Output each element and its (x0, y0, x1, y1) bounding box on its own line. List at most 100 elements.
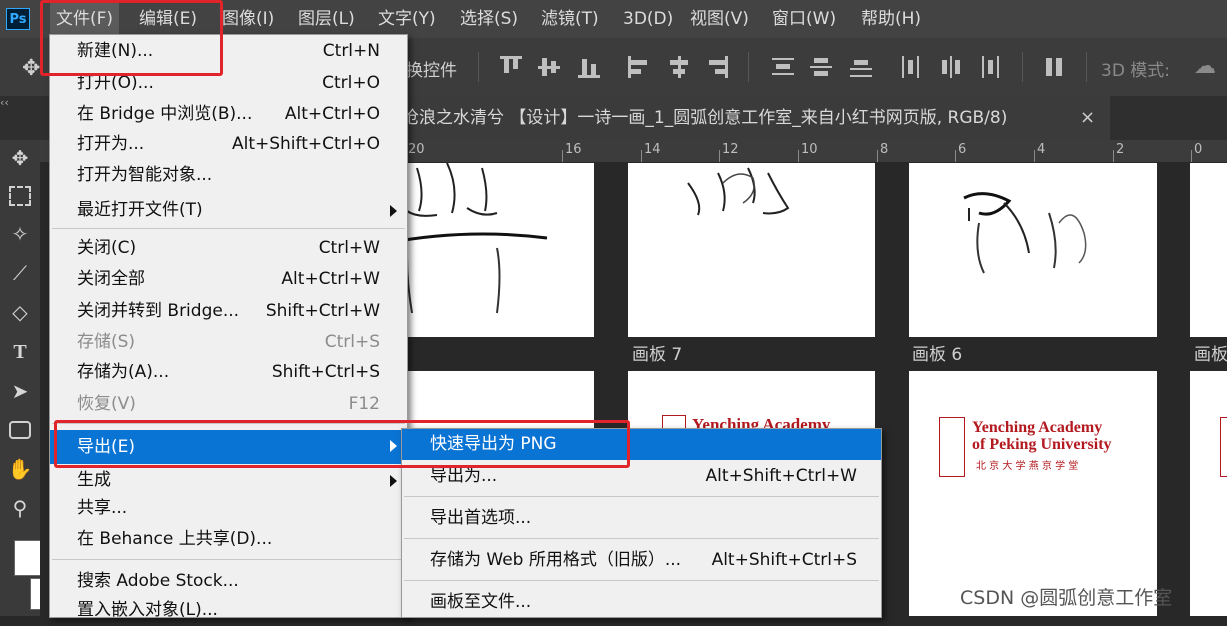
photoshop-logo-icon: Ps (6, 8, 30, 30)
menu-item-generate[interactable]: 生成 (50, 465, 407, 496)
menu-view[interactable]: 视图(V) (690, 0, 749, 38)
menu-item-share-behance[interactable]: 在 Behance 上共享(D)... (50, 524, 407, 555)
marquee-tool-icon[interactable] (6, 181, 34, 209)
seal-logo-icon (939, 417, 965, 477)
menu-image[interactable]: 图像(I) (222, 0, 274, 38)
menu-item-save[interactable]: 存储(S) Ctrl+S (50, 327, 407, 358)
artboard-partial-bottom[interactable] (1190, 371, 1227, 616)
menu-item-close[interactable]: 关闭(C) Ctrl+W (50, 233, 407, 264)
ruler-tick (877, 150, 878, 162)
menu-item-search-adobe-stock[interactable]: 搜索 Adobe Stock... (50, 566, 407, 597)
menu-item-open-as[interactable]: 打开为... Alt+Shift+Ctrl+O (50, 129, 407, 160)
menu-item-revert[interactable]: 恢复(V) F12 (50, 389, 407, 420)
align-vertical-center-icon[interactable] (538, 56, 560, 78)
menu-separator (52, 228, 405, 229)
transform-controls-label[interactable]: 换控件 (406, 56, 457, 81)
move-tool-option-icon[interactable]: ✥ (22, 56, 40, 81)
menu-item-save-as[interactable]: 存储为(A)... Shift+Ctrl+S (50, 357, 407, 388)
3d-orbit-icon[interactable]: ☁ (1194, 54, 1216, 79)
ruler-tick (562, 150, 563, 162)
ink-sketch-illustration (687, 167, 790, 216)
path-selection-tool-icon[interactable]: ➤ (6, 377, 34, 405)
ruler-tick (1034, 150, 1035, 162)
artboard-6-label[interactable]: 画板 6 (912, 340, 962, 365)
ruler-tick-label: 4 (1037, 142, 1046, 157)
ruler-tick (955, 150, 956, 162)
artboard-yenching-2[interactable]: Yenching Academy of Peking University 北 … (909, 371, 1157, 616)
menu-separator (404, 538, 879, 539)
menu-3d[interactable]: 3D(D) (623, 0, 673, 38)
eyedropper-tool-icon[interactable]: ⟋ (6, 259, 34, 287)
3d-mode-label: 3D 模式: (1101, 61, 1171, 81)
align-bottom-icon[interactable] (578, 56, 600, 78)
type-tool-icon[interactable]: T (6, 338, 34, 366)
options-separator (1086, 52, 1087, 82)
menu-layer[interactable]: 图层(L) (298, 0, 355, 38)
yenching-line3: 北 京 大 学 燕 京 学 堂 (976, 461, 1079, 472)
menu-window[interactable]: 窗口(W) (772, 0, 836, 38)
artboard-partial-label[interactable]: 画板 (1194, 340, 1227, 365)
ruler-tick-label: 8 (880, 142, 889, 157)
magic-wand-tool-icon[interactable]: ✧ (6, 220, 34, 248)
distribute-top-icon[interactable] (772, 56, 794, 78)
watermark: CSDN @圆弧创意工作室 (960, 587, 1173, 609)
close-tab-icon[interactable]: × (1080, 96, 1095, 140)
menu-item-export-preferences[interactable]: 导出首选项... (402, 503, 881, 534)
options-separator (748, 52, 749, 82)
collapse-panel-icon[interactable]: ‹‹ (0, 96, 9, 109)
menu-item-close-go-bridge[interactable]: 关闭并转到 Bridge... Shift+Ctrl+W (50, 296, 407, 327)
align-top-icon[interactable] (500, 56, 522, 78)
align-right-icon[interactable] (706, 56, 728, 78)
submenu-arrow-icon (390, 205, 397, 217)
ruler-tick-label: 14 (644, 142, 661, 157)
yenching-line1: Yenching Academy (972, 419, 1103, 436)
submenu-arrow-icon (390, 475, 397, 487)
ruler-tick (798, 150, 799, 162)
ruler-tick-label: 20 (408, 142, 425, 157)
menu-filter[interactable]: 滤镜(T) (541, 0, 599, 38)
ruler-tick-label: 16 (565, 142, 582, 157)
rectangle-tool-icon[interactable] (6, 416, 34, 444)
ruler-tick (641, 150, 642, 162)
align-left-icon[interactable] (628, 56, 650, 78)
menu-separator (52, 559, 405, 560)
menu-item-share[interactable]: 共享... (50, 493, 407, 524)
options-separator (478, 52, 479, 82)
distribute-spacing-icon[interactable] (1044, 56, 1066, 78)
distribute-bottom-icon[interactable] (850, 56, 872, 78)
menu-help[interactable]: 帮助(H) (861, 0, 921, 38)
ruler-tick-label: 12 (722, 142, 739, 157)
distribute-horizontal-center-icon[interactable] (940, 56, 962, 78)
menu-item-place-embedded[interactable]: 置入嵌入对象(L)... (50, 595, 407, 626)
menu-type[interactable]: 文字(Y) (378, 0, 436, 38)
align-horizontal-center-icon[interactable] (668, 56, 690, 78)
options-separator (1022, 52, 1023, 82)
artboard-6[interactable] (909, 163, 1157, 337)
menu-item-browse-bridge[interactable]: 在 Bridge 中浏览(B)... Alt+Ctrl+O (50, 99, 407, 130)
seal-logo-icon (1220, 417, 1227, 477)
eraser-tool-icon[interactable]: ◇ (6, 298, 34, 326)
menu-separator (404, 496, 879, 497)
ruler-tick (1113, 150, 1114, 162)
menu-item-save-for-web[interactable]: 存储为 Web 所用格式（旧版）... Alt+Shift+Ctrl+S (402, 545, 881, 576)
menu-item-open-smart-object[interactable]: 打开为智能对象... (50, 160, 407, 191)
ruler-tick-label: 10 (801, 142, 818, 157)
ruler-tick (1191, 150, 1192, 162)
zoom-tool-icon[interactable]: ⚲ (6, 494, 34, 522)
artboard-7[interactable] (628, 163, 875, 337)
move-tool-icon[interactable]: ✥ (6, 144, 34, 172)
menu-item-open-recent[interactable]: 最近打开文件(T) (50, 195, 407, 226)
distribute-vertical-center-icon[interactable] (810, 56, 832, 78)
ink-sketch-illustration (963, 192, 1087, 274)
distribute-left-icon[interactable] (900, 56, 922, 78)
document-tab-title: 沧浪之水清兮 【设计】一诗一画_1_圆弧创意工作室_来自小红书网页版, RGB/… (402, 108, 1008, 128)
file-menu-dropdown: 新建(N)... Ctrl+N 打开(O)... Ctrl+O 在 Bridge 中… (49, 34, 408, 620)
artboard-7-label[interactable]: 画板 7 (632, 340, 682, 365)
artboard-partial[interactable] (1190, 163, 1227, 337)
menu-item-artboards-to-files[interactable]: 画板至文件... (402, 587, 881, 618)
distribute-right-icon[interactable] (980, 56, 1002, 78)
ruler-tick-label: 6 (958, 142, 967, 157)
menu-item-close-all[interactable]: 关闭全部 Alt+Ctrl+W (50, 264, 407, 295)
menu-select[interactable]: 选择(S) (460, 0, 518, 38)
hand-tool-icon[interactable]: ✋ (6, 455, 34, 483)
